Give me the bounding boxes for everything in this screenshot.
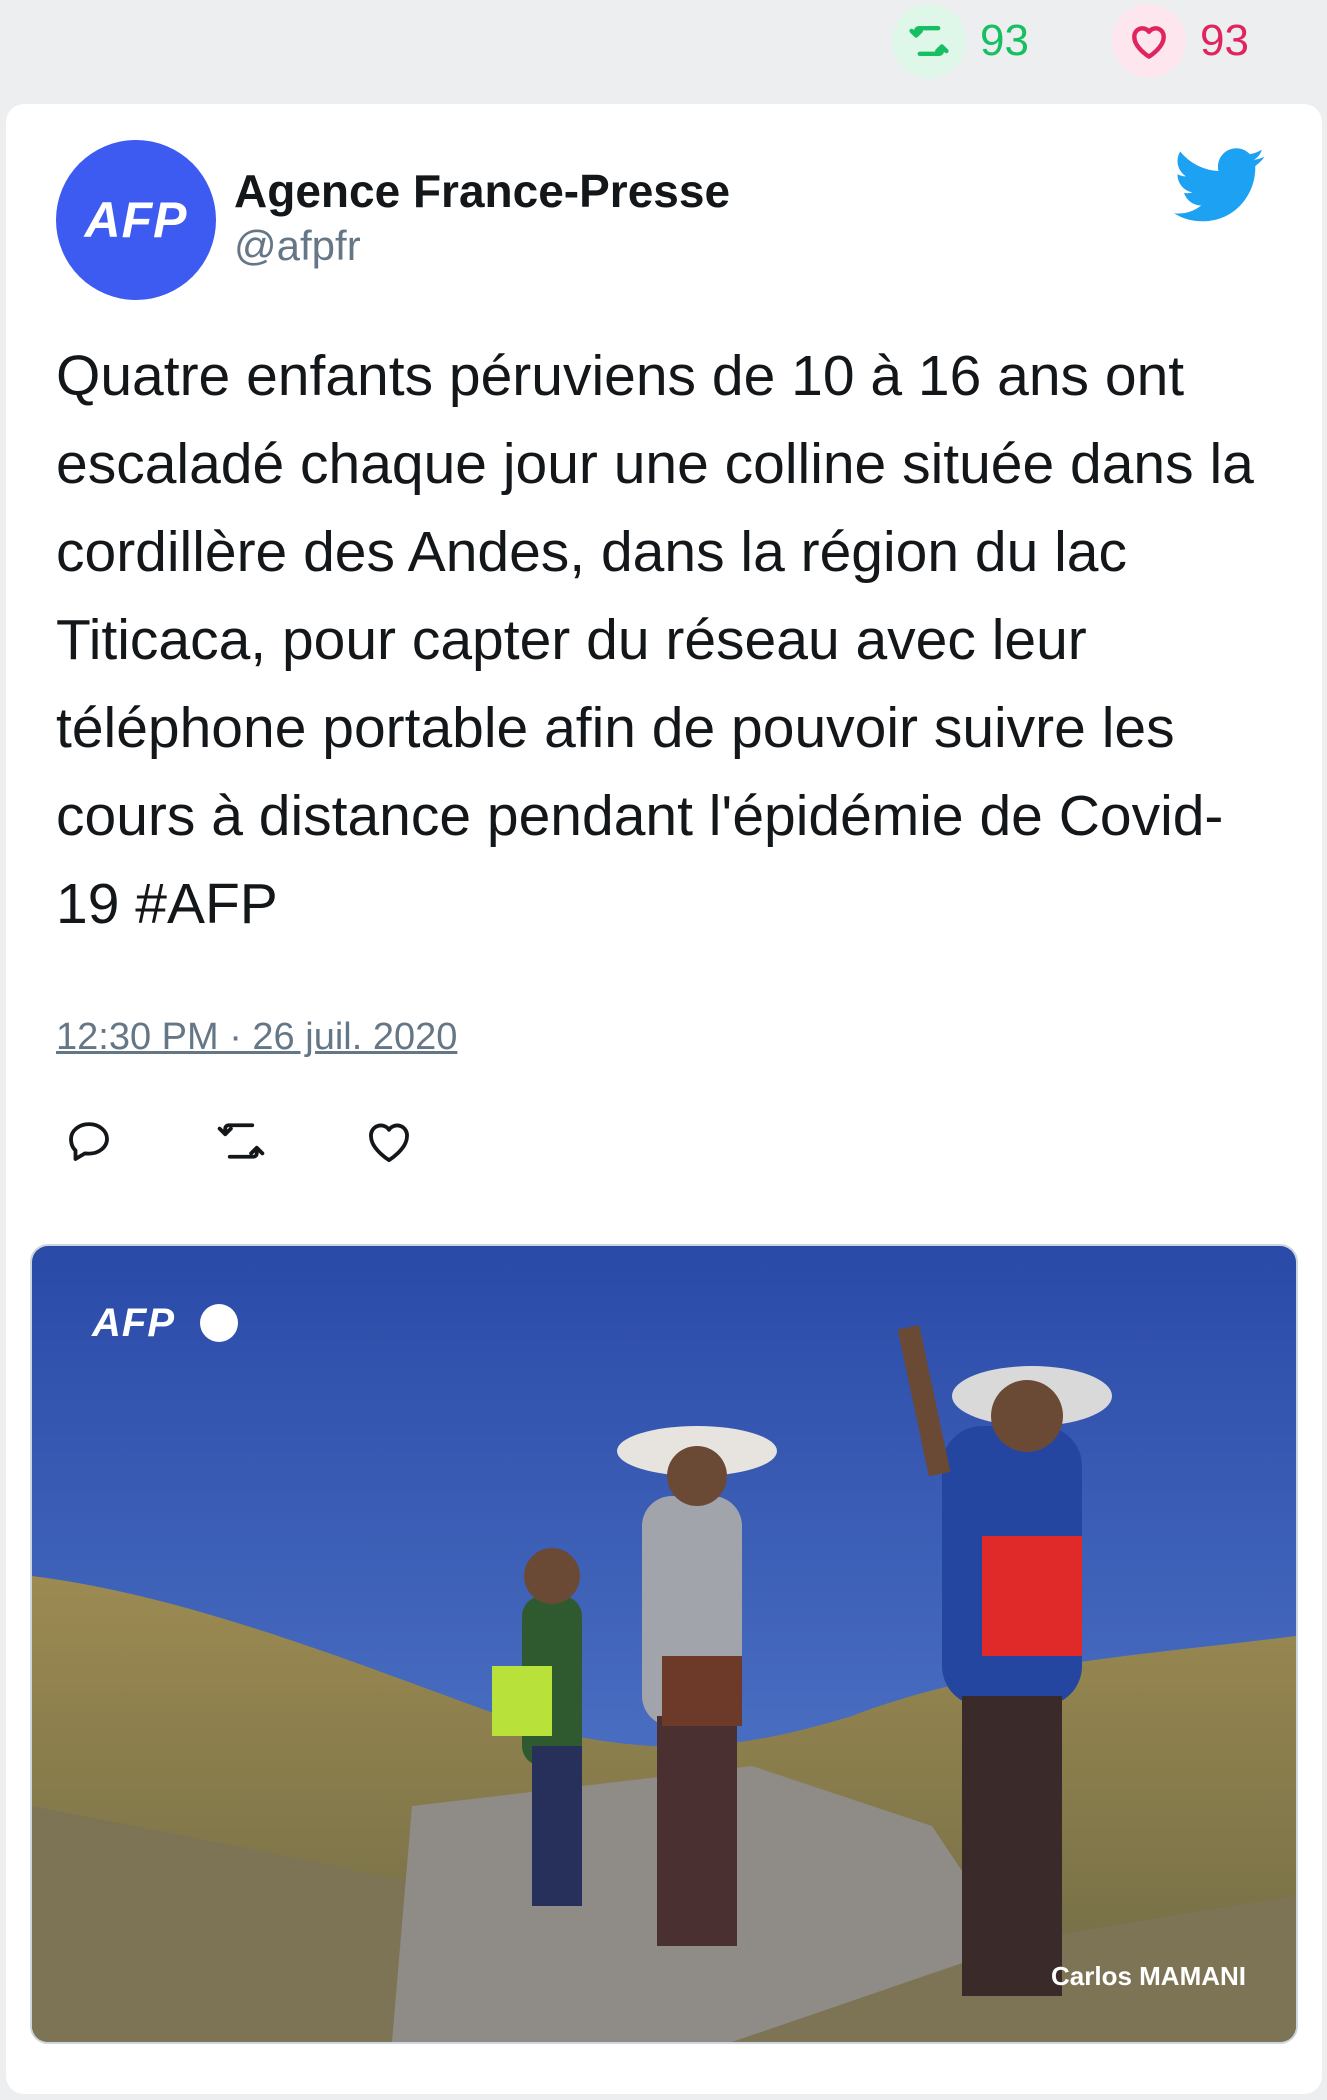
retweet-stat[interactable]: 93 <box>892 4 1029 78</box>
watermark-dot-icon <box>200 1304 238 1342</box>
tweet-photo[interactable]: AFP Carlos MAMANI <box>30 1244 1298 2044</box>
reply-icon[interactable] <box>62 1114 116 1168</box>
tweet-card[interactable]: AFP Agence France-Presse @afpfr Quatre e… <box>6 104 1322 2094</box>
like-action-icon[interactable] <box>362 1114 416 1168</box>
avatar-logo-text: AFP <box>84 192 188 248</box>
avatar[interactable]: AFP <box>56 140 216 300</box>
tweet-text: Quatre enfants péruviens de 10 à 16 ans … <box>56 344 1254 936</box>
tweet-timestamp[interactable]: 12:30 PM · 26 juil. 2020 <box>56 1016 457 1059</box>
like-stat[interactable]: 93 <box>1112 4 1249 78</box>
photo-watermark-logo: AFP <box>92 1301 175 1345</box>
engagement-bar: 93 93 <box>0 0 1327 100</box>
retweet-count: 93 <box>980 16 1029 65</box>
photo-credit: Carlos MAMANI <box>1050 1961 1246 1991</box>
twitter-bird-icon[interactable] <box>1174 146 1266 226</box>
retweet-icon[interactable] <box>892 4 966 78</box>
photo-scene <box>32 1246 1296 2042</box>
retweet-action-icon[interactable] <box>214 1114 268 1168</box>
heart-icon[interactable] <box>1112 4 1186 78</box>
author-name[interactable]: Agence France-Presse <box>234 164 730 218</box>
like-count: 93 <box>1200 16 1249 65</box>
author-handle[interactable]: @afpfr <box>234 222 361 270</box>
